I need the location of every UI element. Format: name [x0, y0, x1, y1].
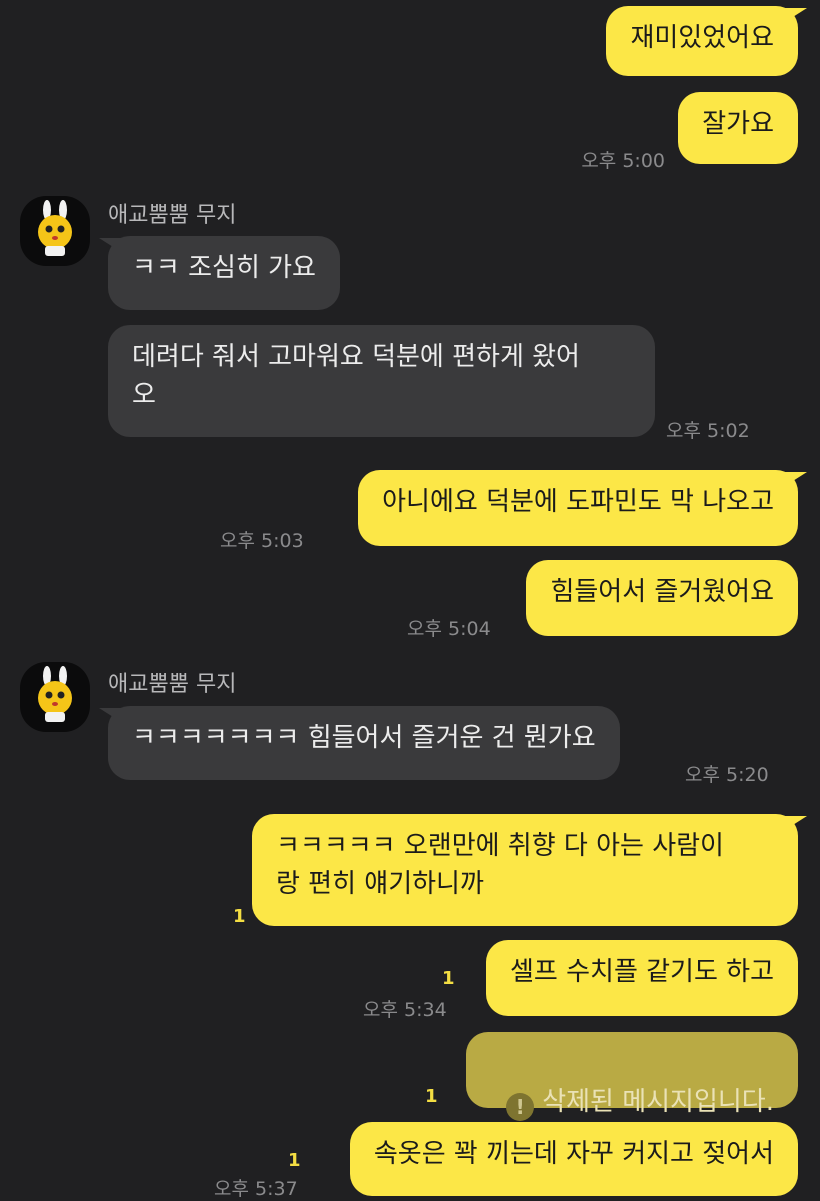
friend-avatar[interactable] [20, 196, 90, 266]
message-timestamp: 오후 5:04 [407, 618, 491, 640]
sender-name: 애교뿜뿜 무지 [108, 203, 237, 228]
my-message-bubble[interactable]: 속옷은 꽉 끼는데 자꾸 커지고 젖어서 [349, 1122, 798, 1196]
deleted-message-bubble[interactable]: ! 삭제된 메시지입니다. [465, 1032, 798, 1121]
unread-count: 1 [425, 1086, 438, 1107]
my-message-bubble[interactable]: ㅋㅋㅋㅋㅋ 오랜만에 취향 다 아는 사람이 랑 편히 얘기하니까 [252, 814, 807, 926]
friend-message-bubble[interactable]: ㅋㅋ 조심히 가요 [99, 236, 340, 310]
unread-count: 1 [233, 906, 246, 927]
message-timestamp: 오후 5:03 [220, 530, 304, 552]
my-message-bubble[interactable]: 힘들어서 즐거웠어요 [526, 560, 798, 636]
my-message-bubble[interactable]: 아니에요 덕분에 도파민도 막 나오고 [358, 470, 807, 546]
my-message-bubble[interactable]: 셀프 수치플 같기도 하고 [486, 940, 798, 1016]
message-timestamp: 오후 5:00 [581, 150, 665, 172]
exclamation-circle-icon: ! [506, 1093, 535, 1121]
sender-name: 애교뿜뿜 무지 [108, 672, 237, 697]
unread-count: 1 [442, 968, 455, 989]
unread-count: 1 [288, 1150, 301, 1171]
my-message-bubble[interactable]: 재미있었어요 [606, 6, 807, 76]
message-timestamp: 오후 5:34 [363, 999, 447, 1021]
friend-message-bubble[interactable]: ㅋㅋㅋㅋㅋㅋㅋ 힘들어서 즐거운 건 뭔가요 [99, 706, 620, 780]
message-timestamp: 오후 5:20 [685, 764, 769, 786]
friend-avatar[interactable] [20, 662, 90, 732]
message-timestamp: 오후 5:37 [214, 1178, 298, 1200]
muji-character-icon [38, 200, 72, 256]
friend-message-bubble[interactable]: 데려다 줘서 고마워요 덕분에 편하게 왔어 오 [108, 325, 655, 437]
muji-character-icon [38, 666, 72, 722]
my-message-bubble[interactable]: 잘가요 [678, 92, 798, 164]
chat-screen: { "theme": { "background": "#202022", "m… [0, 0, 820, 1200]
deleted-message-text: 삭제된 메시지입니다. [542, 1087, 774, 1117]
message-timestamp: 오후 5:02 [666, 420, 750, 442]
